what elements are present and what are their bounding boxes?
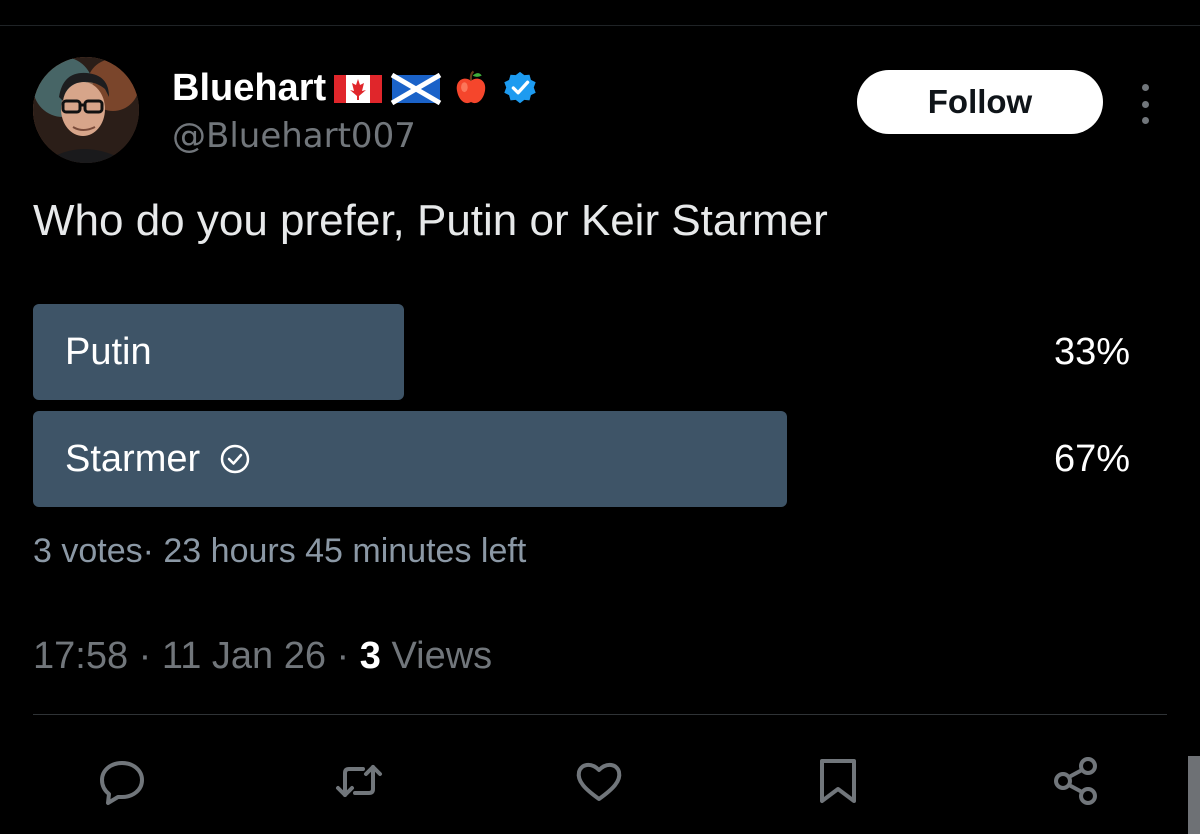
follow-button[interactable]: Follow [857, 70, 1103, 134]
reply-icon[interactable] [96, 755, 148, 807]
action-divider [33, 714, 1167, 715]
poll-option-label: Starmer [65, 437, 201, 480]
bookmark-icon[interactable] [812, 755, 864, 807]
poll-option-label-row: Starmer [65, 411, 252, 507]
tweet-date[interactable]: 11 Jan 26 [162, 635, 326, 677]
avatar-photo [33, 57, 139, 163]
poll-meta: 3 votes· 23 hours 45 minutes left [33, 532, 527, 570]
views-count[interactable]: 3 [360, 635, 381, 677]
like-icon[interactable] [573, 755, 625, 807]
separator: · [128, 635, 162, 677]
red-apple-icon [456, 70, 486, 104]
poll-option-starmer: Starmer 67% [33, 411, 1133, 507]
poll-option-label: Putin [65, 330, 152, 373]
more-dot [1141, 100, 1149, 108]
canada-flag-icon [334, 75, 383, 103]
author-handle[interactable]: @Bluehart007 [172, 116, 416, 156]
separator: · [325, 635, 360, 677]
verified-icon [504, 71, 536, 104]
scrollbar-thumb[interactable] [1188, 756, 1200, 834]
tweet-timestamp: 17:58 · 11 Jan 26 · 3 Views [33, 635, 492, 678]
poll-option-label-row: Putin [65, 304, 152, 400]
more-options-icon[interactable] [1130, 84, 1160, 124]
selected-check-icon [220, 444, 250, 474]
poll-option-percent: 67% [1053, 437, 1130, 480]
tweet-text: Who do you prefer, Putin or Keir Starmer [33, 196, 828, 245]
more-dot [1141, 84, 1149, 91]
views-label: Views [380, 635, 493, 677]
more-dot [1141, 117, 1149, 124]
poll-option-putin: Putin 33% [33, 304, 1133, 400]
poll-option-percent: 33% [1053, 330, 1130, 373]
retweet-icon[interactable] [333, 755, 385, 807]
avatar[interactable] [33, 57, 139, 163]
display-name[interactable]: Bluehart [172, 67, 326, 110]
top-divider [0, 25, 1200, 26]
tweet-time[interactable]: 17:58 [33, 635, 128, 677]
author-name-row: Bluehart [172, 64, 540, 112]
scotland-flag-icon [390, 72, 442, 106]
share-icon[interactable] [1050, 755, 1102, 807]
